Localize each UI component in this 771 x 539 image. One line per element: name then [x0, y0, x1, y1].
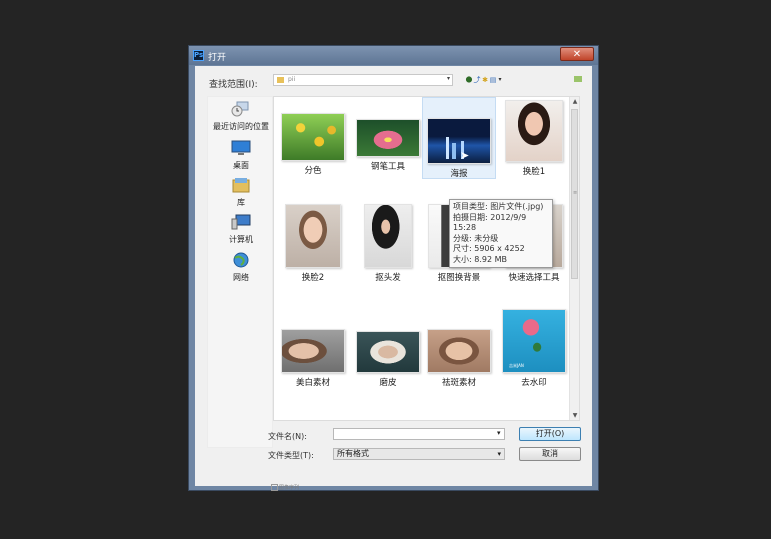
file-item[interactable]: 美白素材 [276, 329, 350, 388]
desktop-icon [231, 140, 251, 155]
libraries-icon [232, 178, 250, 193]
back-icon[interactable]: ⬤ [465, 76, 473, 84]
file-item[interactable]: 分色 [276, 113, 350, 176]
file-thumbnail [356, 331, 420, 373]
title-bar[interactable]: Ps 打开 ✕ [189, 46, 598, 65]
up-folder-icon[interactable]: ⤴ [473, 76, 481, 84]
open-button[interactable]: 打开(O) [519, 427, 581, 441]
file-item[interactable]: 磨皮 [351, 331, 425, 388]
place-libraries[interactable]: 库 [208, 177, 274, 208]
file-name-input[interactable] [333, 428, 505, 440]
place-label: 计算机 [229, 235, 253, 244]
file-type-label: 文件类型(T): [268, 451, 314, 460]
file-thumbnail: 吉米JAN [502, 309, 566, 373]
file-name: 抠头发 [375, 273, 401, 283]
tooltip-rating: 分级: 未分级 [453, 233, 499, 243]
navigation-toolbar: ⬤ ⤴ ✱ ▤ ▾ [465, 76, 505, 86]
look-in-dropdown[interactable]: pii ▾ [273, 74, 453, 86]
file-thumbnail [281, 113, 345, 161]
place-label: 网络 [233, 273, 249, 282]
place-label: 最近访问的位置 [213, 122, 269, 131]
open-dialog: Ps 打开 ✕ 查找范围(I): pii ▾ ⬤ ⤴ ✱ ▤ ▾ 最近访问的位置… [188, 45, 599, 491]
file-name: 抠图换背景 [437, 273, 481, 283]
watermark-text: 吉米JAN [509, 363, 524, 368]
file-item[interactable]: 吉米JAN 去水印 [497, 309, 571, 388]
dialog-body: 查找范围(I): pii ▾ ⬤ ⤴ ✱ ▤ ▾ 最近访问的位置 桌面 库 计算… [195, 66, 592, 491]
places-bar: 最近访问的位置 桌面 库 计算机 网络 [207, 96, 273, 448]
file-name-label: 文件名(N): [268, 432, 307, 441]
place-desktop[interactable]: 桌面 [208, 140, 274, 171]
tooltip-dimensions: 尺寸: 5906 x 4252 [453, 244, 525, 253]
file-thumbnail [356, 119, 420, 157]
file-item[interactable]: 抠头发 [351, 204, 425, 283]
scroll-down-icon[interactable]: ▼ [571, 412, 579, 419]
file-thumbnail [285, 204, 341, 268]
chevron-down-icon[interactable]: ▾ [447, 75, 450, 82]
vertical-scrollbar[interactable]: ▲ ≡ ▼ [569, 97, 579, 420]
file-thumbnail [281, 329, 345, 373]
image-sequence-checkbox[interactable] [271, 484, 278, 491]
recent-places-icon [231, 101, 249, 117]
file-item[interactable]: 祛斑素材 [422, 329, 496, 388]
file-name: 换脸2 [301, 273, 325, 283]
file-thumbnail [427, 118, 491, 164]
place-recent[interactable]: 最近访问的位置 [208, 101, 274, 132]
file-item-selected[interactable]: 海报 [422, 97, 496, 179]
file-item[interactable]: 换脸2 [276, 204, 350, 283]
photoshop-icon: Ps [193, 50, 204, 61]
create-folder-icon[interactable] [574, 76, 582, 82]
tooltip-date: 拍摄日期: 2012/9/9 15:28 [453, 212, 527, 233]
computer-icon [231, 214, 251, 230]
file-type-dropdown[interactable]: 所有格式 ▾ [333, 448, 505, 460]
tooltip-filesize: 大小: 8.92 MB [453, 254, 507, 264]
file-name: 海报 [450, 169, 468, 179]
mouse-pointer-icon: ➤ [460, 149, 470, 162]
place-label: 桌面 [233, 161, 249, 170]
network-icon [233, 252, 249, 268]
file-item[interactable]: 钢笔工具 [351, 113, 425, 172]
close-button[interactable]: ✕ [560, 47, 594, 61]
file-name: 钢笔工具 [370, 162, 405, 172]
place-computer[interactable]: 计算机 [208, 214, 274, 245]
file-thumbnail [505, 100, 563, 162]
file-name: 分色 [304, 166, 322, 176]
chevron-down-icon[interactable]: ▾ [497, 449, 501, 459]
file-name: 磨皮 [379, 378, 397, 388]
file-info-tooltip: 项目类型: 图片文件(.jpg) 拍摄日期: 2012/9/9 15:28 分级… [449, 199, 553, 268]
scrollbar-thumb[interactable]: ≡ [571, 109, 578, 279]
image-sequence-option[interactable]: 图像序列 [271, 484, 299, 491]
cancel-button[interactable]: 取消 [519, 447, 581, 461]
new-folder-icon[interactable]: ✱ [481, 76, 489, 84]
look-in-value: pii [288, 76, 296, 83]
chevron-down-icon[interactable]: ▾ [497, 429, 501, 437]
file-name: 快速选择工具 [508, 273, 560, 283]
place-label: 库 [237, 198, 245, 207]
file-name: 换脸1 [522, 167, 546, 177]
file-type-value: 所有格式 [337, 449, 369, 458]
window-title: 打开 [208, 53, 227, 63]
file-thumbnail [364, 204, 412, 268]
file-name: 美白素材 [295, 378, 330, 388]
folder-icon [277, 77, 284, 83]
file-name: 去水印 [521, 378, 547, 388]
scroll-up-icon[interactable]: ▲ [571, 98, 579, 105]
file-name: 祛斑素材 [441, 378, 476, 388]
look-in-label: 查找范围(I): [209, 80, 258, 90]
tooltip-type: 项目类型: 图片文件(.jpg) [453, 202, 544, 211]
image-sequence-label: 图像序列 [279, 485, 300, 491]
place-network[interactable]: 网络 [208, 252, 274, 283]
file-item[interactable]: 换脸1 [497, 97, 571, 177]
file-thumbnail [427, 329, 491, 373]
chevron-down-icon[interactable]: ▾ [496, 76, 504, 84]
